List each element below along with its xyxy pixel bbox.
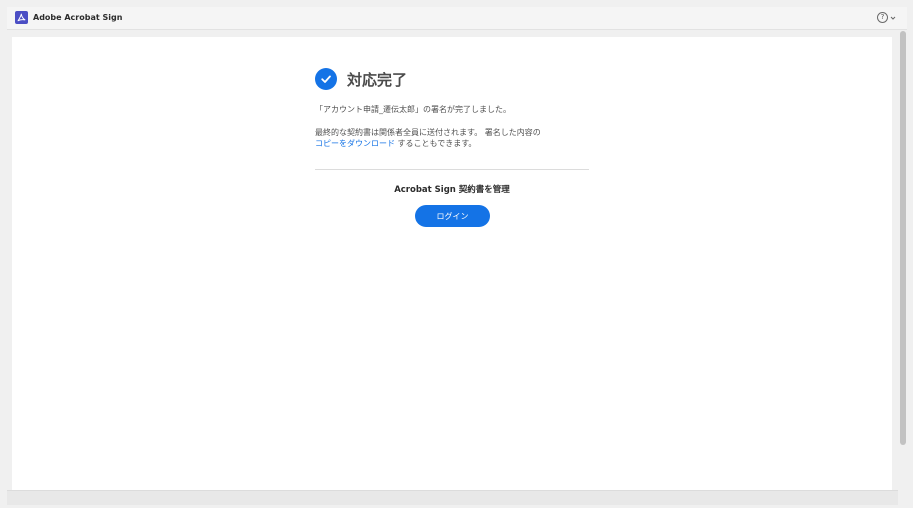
download-copy-link[interactable]: コピーをダウンロード bbox=[315, 139, 395, 148]
distribution-message: 最終的な契約書は関係者全員に送付されます。 署名した内容の コピーをダウンロード… bbox=[315, 127, 541, 149]
acrobat-logo-icon bbox=[15, 11, 28, 24]
title-row: 対応完了 bbox=[315, 67, 407, 91]
distribution-line-1: 最終的な契約書は関係者全員に送付されます。 署名した内容の bbox=[315, 128, 541, 137]
manage-agreements-label: Acrobat Sign 契約書を管理 bbox=[394, 185, 510, 195]
checkmark-circle-icon bbox=[315, 68, 337, 90]
chevron-down-icon[interactable] bbox=[890, 15, 896, 21]
signed-message: 「アカウント申請_遷伝太郎」の署名が完了しました。 bbox=[315, 105, 511, 114]
help-menu[interactable]: ? bbox=[877, 11, 896, 24]
divider bbox=[315, 169, 589, 170]
distribution-line-2: することもできます。 bbox=[395, 139, 477, 148]
top-bar: Adobe Acrobat Sign ? bbox=[7, 7, 907, 30]
question-circle-icon[interactable]: ? bbox=[877, 12, 888, 23]
login-button[interactable]: ログイン bbox=[415, 205, 490, 227]
scrollbar-thumb[interactable] bbox=[900, 31, 906, 445]
bottom-strip bbox=[7, 490, 898, 505]
main-content: 対応完了 「アカウント申請_遷伝太郎」の署名が完了しました。 最終的な契約書は関… bbox=[12, 37, 892, 490]
app-window: Adobe Acrobat Sign ? 対応完了 「アカウント申請_遷伝太郎」… bbox=[0, 0, 913, 508]
vertical-scrollbar[interactable] bbox=[898, 30, 908, 500]
app-title: Adobe Acrobat Sign bbox=[33, 13, 123, 22]
page-title: 対応完了 bbox=[347, 70, 408, 89]
